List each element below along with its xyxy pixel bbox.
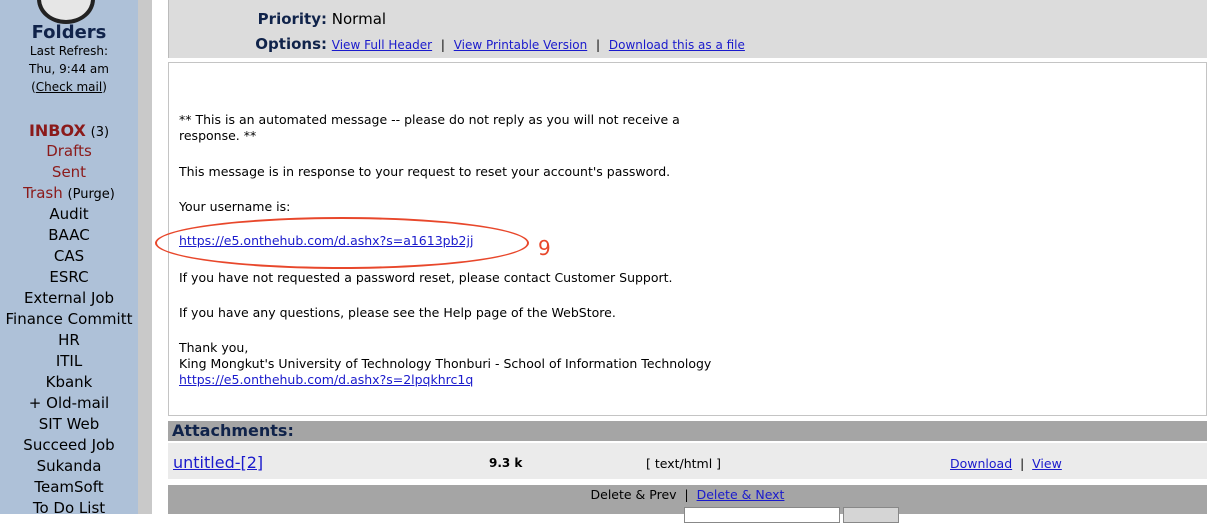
check-mail-wrapper: (Check mail) <box>0 80 138 94</box>
download-file-link[interactable]: Download this as a file <box>609 38 745 52</box>
separator: | <box>596 38 601 52</box>
body-line: ** This is an automated message -- pleas… <box>179 112 680 127</box>
move-folder-select[interactable] <box>684 507 840 523</box>
folder-sent[interactable]: Sent <box>0 162 138 183</box>
folder-inbox-label[interactable]: INBOX <box>29 121 86 140</box>
view-full-header-link[interactable]: View Full Header <box>332 38 432 52</box>
check-mail-paren-close: ) <box>102 80 107 94</box>
folder-item[interactable]: HR <box>0 330 138 351</box>
body-line: This message is in response to your requ… <box>179 164 671 179</box>
inbox-unread-count: (3) <box>90 125 110 140</box>
folder-drafts[interactable]: Drafts <box>0 141 138 162</box>
priority-row: Priority: Normal <box>169 10 386 28</box>
body-line: If you have not requested a password res… <box>179 270 673 285</box>
folder-item[interactable]: Finance Committ <box>0 309 138 330</box>
annotation-number: 9 <box>538 236 551 260</box>
last-refresh-time: Thu, 9:44 am <box>29 62 109 76</box>
frame-divider <box>152 0 162 514</box>
priority-label: Priority: <box>257 10 327 28</box>
folder-trash[interactable]: Trash <box>23 184 63 202</box>
delete-actions: Delete & Prev | Delete & Next <box>168 487 1207 502</box>
folder-item[interactable]: BAAC <box>0 225 138 246</box>
folder-item[interactable]: ESRC <box>0 267 138 288</box>
folder-list: INBOX (3) Drafts Sent Trash (Purge) Audi… <box>0 120 138 514</box>
folder-item[interactable]: + Old-mail <box>0 393 138 414</box>
folders-title: Folders <box>31 22 107 43</box>
folder-item[interactable]: Kbank <box>0 372 138 393</box>
last-refresh-label: Last Refresh: <box>29 44 109 58</box>
body-line: King Mongkut's University of Technology … <box>179 356 712 371</box>
body-line: Your username is: <box>179 199 291 214</box>
folder-inbox[interactable]: INBOX (3) <box>0 120 138 141</box>
attachment-view-link[interactable]: View <box>1032 456 1062 471</box>
message-actions-bar: Delete & Prev | Delete & Next <box>168 485 1207 523</box>
priority-value: Normal <box>331 10 387 28</box>
folder-item[interactable]: Audit <box>0 204 138 225</box>
body-line: response. ** <box>179 128 257 143</box>
folder-item[interactable]: CAS <box>0 246 138 267</box>
folder-item[interactable]: TeamSoft <box>0 477 138 498</box>
move-button[interactable] <box>843 507 899 523</box>
annotation-ellipse <box>155 217 529 269</box>
options-row: Options: View Full Header | View Printab… <box>169 35 745 53</box>
folder-item[interactable]: To Do List <box>0 498 138 514</box>
attachment-download-link[interactable]: Download <box>950 456 1012 471</box>
attachment-row: untitled-[2] 9.3 k [ text/html ] Downloa… <box>168 443 1207 479</box>
view-printable-link[interactable]: View Printable Version <box>454 38 588 52</box>
folder-trash-row: Trash (Purge) <box>0 183 138 204</box>
folder-item[interactable]: ITIL <box>0 351 138 372</box>
attachment-name-link[interactable]: untitled-[2] <box>173 453 263 472</box>
separator: | <box>1020 457 1025 471</box>
body-line: Thank you, <box>179 340 249 355</box>
separator: | <box>440 38 445 52</box>
message-header: Priority: Normal Options: View Full Head… <box>168 0 1207 58</box>
attachment-size: 9.3 k <box>489 456 523 470</box>
delete-prev-text: Delete & Prev <box>590 487 677 502</box>
folder-item[interactable]: Succeed Job <box>0 435 138 456</box>
attachments-heading: Attachments: <box>168 421 1207 441</box>
footer-link[interactable]: https://e5.onthehub.com/d.ashx?s=2lpqkhr… <box>179 372 473 388</box>
check-mail-link[interactable]: Check mail <box>36 80 102 94</box>
attachment-actions: Download | View <box>950 456 1062 471</box>
avatar <box>37 0 95 24</box>
options-label: Options: <box>255 35 327 53</box>
purge-link[interactable]: (Purge) <box>68 187 115 202</box>
folder-sidebar: Folders Last Refresh: Thu, 9:44 am (Chec… <box>0 0 138 514</box>
body-line: If you have any questions, please see th… <box>179 305 616 320</box>
folder-item[interactable]: SIT Web <box>0 414 138 435</box>
delete-next-link[interactable]: Delete & Next <box>697 487 785 502</box>
sidebar-scroll-gutter <box>138 0 152 514</box>
separator: | <box>684 488 689 502</box>
folder-item[interactable]: Sukanda <box>0 456 138 477</box>
folder-item[interactable]: External Job <box>0 288 138 309</box>
attachment-type: [ text/html ] <box>646 456 722 471</box>
